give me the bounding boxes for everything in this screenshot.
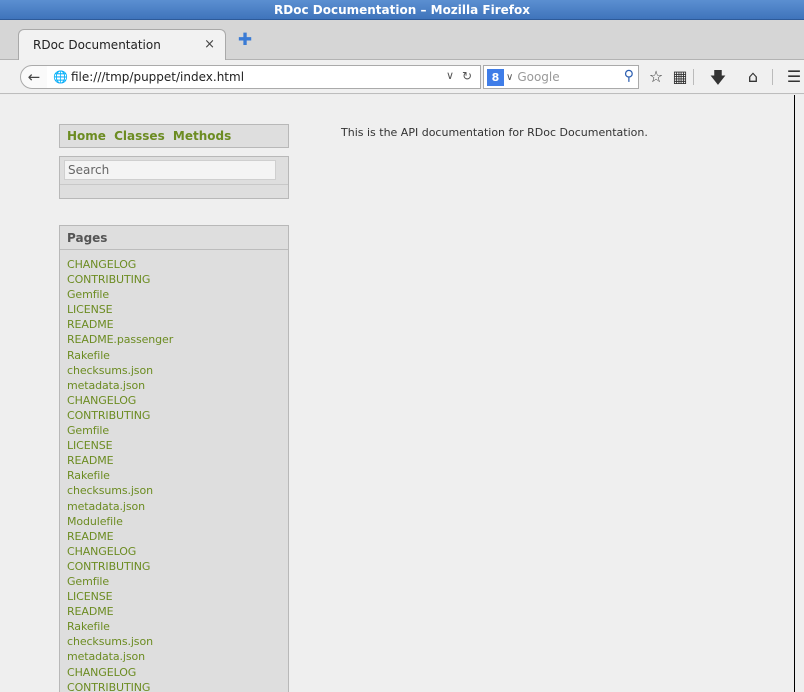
page-link[interactable]: Modulefile [67, 514, 288, 529]
pages-list: CHANGELOG CONTRIBUTING Gemfile LICENSE READM… [60, 250, 288, 692]
page-link[interactable]: CHANGELOG [67, 665, 288, 680]
page-link[interactable]: CONTRIBUTING [67, 680, 288, 692]
page-link[interactable]: Rakefile [67, 348, 288, 363]
sidebar-search [59, 156, 289, 199]
page-link[interactable]: LICENSE [67, 589, 288, 604]
new-tab-icon[interactable]: ✚ [236, 31, 254, 49]
url-bar[interactable]: 🌐 file:///tmp/puppet/index.html ∨ ↻ [47, 65, 481, 89]
web-search-placeholder: Google [517, 70, 560, 84]
page-link[interactable]: checksums.json [67, 363, 288, 378]
page-link[interactable]: metadata.json [67, 649, 288, 664]
reading-list-icon[interactable]: ▦ [670, 67, 690, 86]
page-link[interactable]: Rakefile [67, 468, 288, 483]
page-link[interactable]: checksums.json [67, 634, 288, 649]
tab-rdoc-documentation[interactable]: RDoc Documentation × [18, 29, 226, 60]
history-dropdown-icon[interactable]: ∨ [446, 69, 454, 82]
page-link[interactable]: README.passenger [67, 332, 288, 347]
tab-title: RDoc Documentation [33, 38, 161, 52]
page-link[interactable]: CONTRIBUTING [67, 559, 288, 574]
page-link[interactable]: CONTRIBUTING [67, 272, 288, 287]
reload-icon[interactable]: ↻ [462, 69, 472, 83]
page-link[interactable]: README [67, 604, 288, 619]
bookmark-star-icon[interactable]: ☆ [646, 67, 666, 86]
search-divider [60, 184, 288, 185]
globe-icon: 🌐 [53, 70, 68, 84]
page-link[interactable]: Gemfile [67, 423, 288, 438]
page-link[interactable]: metadata.json [67, 499, 288, 514]
search-input[interactable] [64, 160, 276, 180]
page-link[interactable]: CHANGELOG [67, 544, 288, 559]
google-icon[interactable]: 8 [487, 68, 504, 86]
search-engine-dropdown-icon[interactable]: ∨ [506, 72, 513, 83]
navigation-toolbar: ← 🌐 file:///tmp/puppet/index.html ∨ ↻ 8 … [0, 60, 804, 94]
page-link[interactable]: Gemfile [67, 287, 288, 302]
page-link[interactable]: CHANGELOG [67, 393, 288, 408]
home-icon[interactable]: ⌂ [743, 67, 763, 86]
nav-classes-link[interactable]: Classes [114, 129, 165, 143]
page-link[interactable]: CONTRIBUTING [67, 408, 288, 423]
back-arrow-icon: ← [27, 68, 41, 86]
page-link[interactable]: CHANGELOG [67, 257, 288, 272]
page-link[interactable]: README [67, 529, 288, 544]
window-title-bar: RDoc Documentation – Mozilla Firefox [0, 0, 804, 20]
nav-methods-link[interactable]: Methods [173, 129, 231, 143]
pages-section: Pages CHANGELOG CONTRIBUTING Gemfile LICENS… [59, 225, 289, 692]
tab-strip: RDoc Documentation × ✚ [0, 20, 804, 60]
page-link[interactable]: checksums.json [67, 483, 288, 498]
window-title: RDoc Documentation – Mozilla Firefox [274, 2, 530, 17]
intro-text: This is the API documentation for RDoc D… [341, 126, 648, 139]
download-icon[interactable]: 🡇 [708, 67, 728, 94]
page-link[interactable]: LICENSE [67, 438, 288, 453]
web-search-bar[interactable]: 8 ∨ Google ⚲ [483, 65, 639, 89]
page-link[interactable]: metadata.json [67, 378, 288, 393]
close-tab-icon[interactable]: × [204, 37, 215, 52]
toolbar-separator [693, 69, 694, 85]
back-button[interactable]: ← [20, 65, 48, 89]
menu-icon[interactable]: ☰ [784, 67, 804, 86]
nav-home-link[interactable]: Home [67, 129, 106, 143]
magnifier-icon[interactable]: ⚲ [624, 68, 634, 84]
page-content: Home Classes Methods Pages CHANGELOGCONT… [0, 95, 804, 692]
page-link[interactable]: Gemfile [67, 574, 288, 589]
page-link[interactable]: README [67, 317, 288, 332]
page-link[interactable]: Rakefile [67, 619, 288, 634]
page-right-edge [794, 95, 804, 692]
sidebar-nav-links: Home Classes Methods [67, 129, 235, 143]
url-text: file:///tmp/puppet/index.html [70, 70, 245, 84]
pages-heading: Pages [60, 226, 288, 250]
toolbar-separator [772, 69, 773, 85]
page-link[interactable]: LICENSE [67, 302, 288, 317]
sidebar-nav: Home Classes Methods [59, 124, 289, 148]
page-link[interactable]: README [67, 453, 288, 468]
